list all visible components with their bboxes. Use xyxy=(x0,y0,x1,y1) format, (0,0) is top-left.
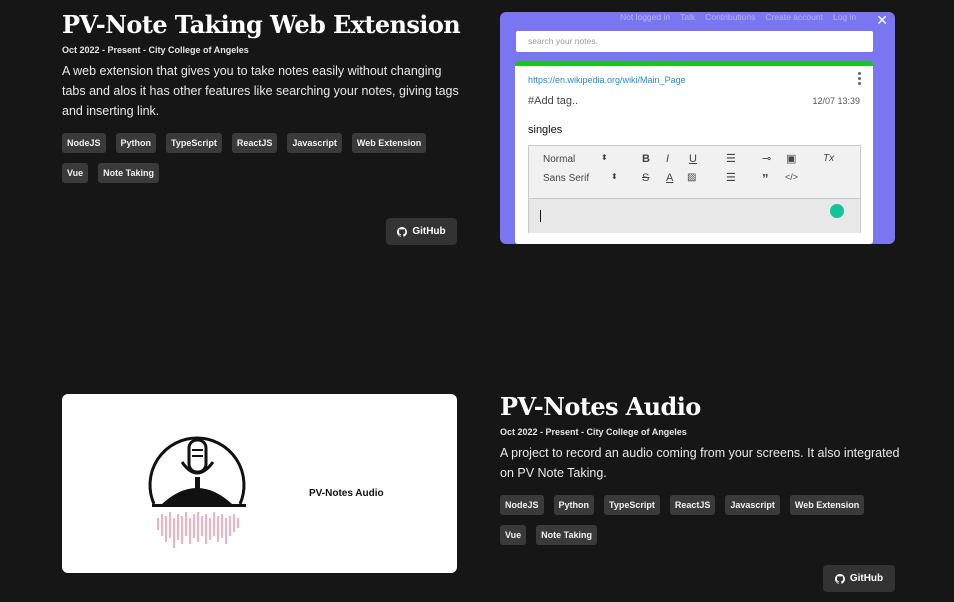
wiki-link: Contributions xyxy=(705,12,756,22)
tag-list: NodeJS Python TypeScript ReactJS Javascr… xyxy=(500,495,900,545)
project-title: PV-Note Taking Web Extension xyxy=(62,10,461,39)
tag: NodeJS xyxy=(62,133,106,153)
wiki-link: Log in xyxy=(832,12,857,22)
project1-info: PV-Note Taking Web Extension Oct 2022 - … xyxy=(62,10,462,183)
tag: TypeScript xyxy=(166,133,222,153)
italic-icon: I xyxy=(666,153,670,165)
font-family-select: Sans Serif xyxy=(543,173,590,184)
tag: Python xyxy=(115,133,157,153)
wiki-link: Create account xyxy=(765,12,823,22)
microphone-logo-icon xyxy=(148,436,246,548)
project-title: PV-Notes Audio xyxy=(500,392,701,421)
close-icon: ✕ xyxy=(876,12,888,28)
tag: Javascript xyxy=(287,133,342,153)
ordered-list-icon: ☰ xyxy=(726,153,736,165)
notes-search-input: search your notes. xyxy=(516,31,873,52)
tag: Web Extension xyxy=(789,495,865,515)
tag: Web Extension xyxy=(351,133,427,153)
text-caret xyxy=(540,210,541,222)
bullet-list-icon: ☰ xyxy=(726,172,736,184)
add-tag-field: #Add tag.. xyxy=(528,95,579,107)
wiki-header-links: Not logged in Talk Contributions Create … xyxy=(620,12,895,26)
project-description: A project to record an audio coming from… xyxy=(500,446,900,480)
project2-image: PV-Notes Audio xyxy=(62,394,457,573)
github-label: GitHub xyxy=(849,573,884,584)
logo-text: PV-Notes Audio xyxy=(309,488,384,499)
bold-icon: B xyxy=(642,153,650,165)
grammarly-icon xyxy=(830,204,844,218)
tag: ReactJS xyxy=(669,495,716,515)
highlight-icon: ▨ xyxy=(687,172,697,183)
tag: Note Taking xyxy=(98,163,160,183)
project-meta: Oct 2022 - Present - City College of Ang… xyxy=(500,427,687,437)
note-date: 12/07 13:39 xyxy=(812,96,860,106)
project2-info: PV-Notes Audio Oct 2022 - Present - City… xyxy=(500,392,900,545)
tag: Vue xyxy=(62,163,89,183)
github-label: GitHub xyxy=(412,226,446,237)
github-icon xyxy=(397,226,408,237)
font-size-select: Normal xyxy=(543,154,576,165)
github-button[interactable]: GitHub xyxy=(823,565,895,592)
chevron-updown-icon: ⬍ xyxy=(601,153,608,162)
link-icon: ⊸ xyxy=(762,153,772,165)
github-icon xyxy=(834,573,845,584)
clear-format-icon: Tx xyxy=(823,153,835,164)
more-options-icon xyxy=(858,72,861,87)
editor-toolbar: Normal ⬍ Sans Serif ⬍ B I U S A ▨ ☰ ☰ ⊸ … xyxy=(529,146,860,199)
wiki-link: Talk xyxy=(680,12,696,22)
rich-text-editor: Normal ⬍ Sans Serif ⬍ B I U S A ▨ ☰ ☰ ⊸ … xyxy=(528,145,861,233)
image-icon: ▣ xyxy=(786,153,797,165)
project-description: A web extension that gives you to take n… xyxy=(62,64,459,118)
underline-icon: U xyxy=(689,153,697,165)
github-button[interactable]: GitHub xyxy=(386,218,457,245)
note-card: https://en.wikipedia.org/wiki/Main_Page … xyxy=(515,61,873,244)
tag: ReactJS xyxy=(231,133,278,153)
strike-icon: S xyxy=(642,172,650,184)
chevron-updown-icon: ⬍ xyxy=(611,172,618,181)
editor-area xyxy=(529,199,860,233)
tag: Python xyxy=(553,495,595,515)
text-color-icon: A xyxy=(666,172,674,184)
quote-icon: ” xyxy=(762,171,769,186)
project-meta: Oct 2022 - Present - City College of Ang… xyxy=(62,45,249,55)
tag: Vue xyxy=(500,525,527,545)
tag-list: NodeJS Python TypeScript ReactJS Javascr… xyxy=(62,133,462,183)
tag: Javascript xyxy=(725,495,780,515)
wiki-link: Not logged in xyxy=(620,12,671,22)
tag: TypeScript xyxy=(604,495,660,515)
project1-screenshot: Not logged in Talk Contributions Create … xyxy=(500,12,895,244)
tag: Note Taking xyxy=(536,525,598,545)
note-text: singles xyxy=(528,124,563,136)
note-url: https://en.wikipedia.org/wiki/Main_Page xyxy=(528,75,686,85)
tag: NodeJS xyxy=(500,495,544,515)
code-icon: </> xyxy=(785,172,799,182)
